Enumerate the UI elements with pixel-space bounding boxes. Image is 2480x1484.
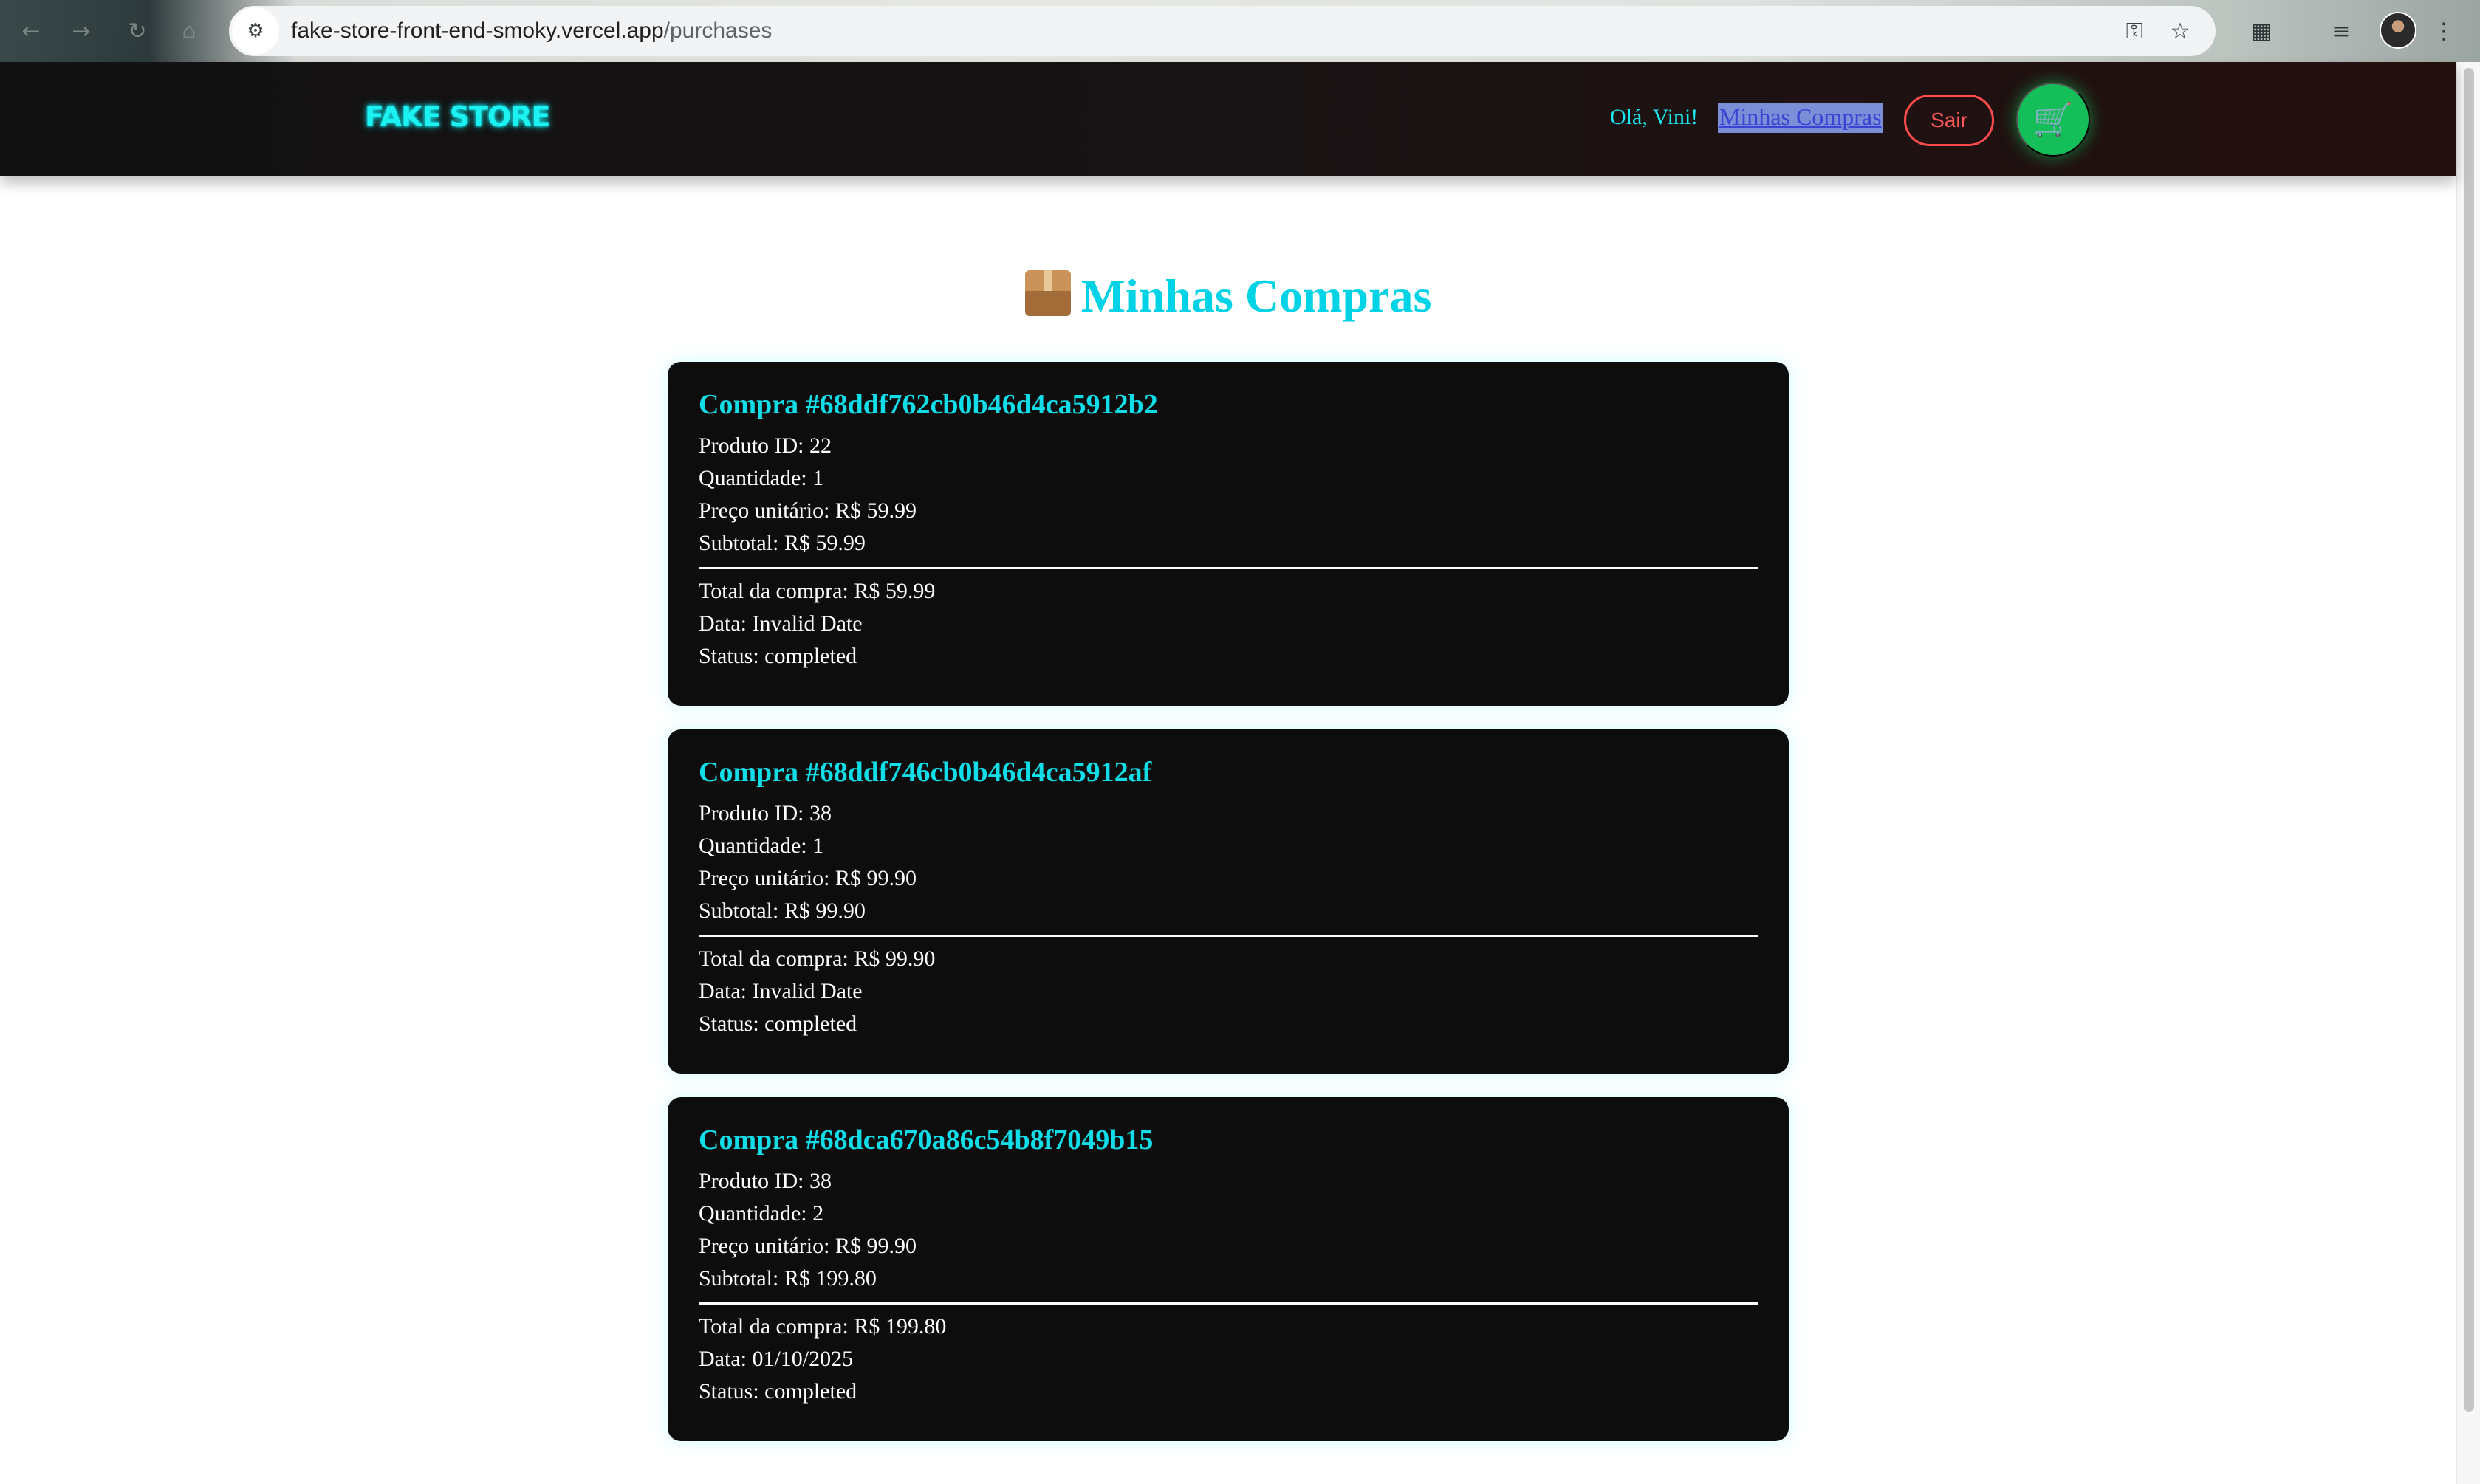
purchase-card: Compra #68dca670a86c54b8f7049b15 Produto… (668, 1097, 1789, 1441)
url-text[interactable]: fake-store-front-end-smoky.vercel.app/pu… (291, 18, 772, 44)
url-path: /purchases (663, 18, 773, 43)
address-bar[interactable]: ⚙ fake-store-front-end-smoky.vercel.app/… (229, 6, 2216, 56)
quantity: Quantidade: 1 (699, 466, 824, 490)
purchase-total: Total da compra: R$ 199.80 (699, 1314, 947, 1339)
my-purchases-link[interactable]: Minhas Compras (1718, 103, 1883, 133)
purchase-total: Total da compra: R$ 59.99 (699, 579, 936, 603)
cart-button[interactable]: 🛒 (2016, 83, 2090, 157)
package-icon (1024, 270, 1071, 316)
subtotal: Subtotal: R$ 199.80 (699, 1266, 877, 1291)
divider (699, 567, 1758, 569)
site-info-icon[interactable]: ⚙ (232, 7, 279, 55)
purchase-title: Compra #68dca670a86c54b8f7049b15 (699, 1124, 1154, 1155)
product-id: Produto ID: 22 (699, 433, 832, 458)
back-icon[interactable]: ← (12, 12, 50, 50)
product-id: Produto ID: 38 (699, 1169, 832, 1193)
extensions-icon[interactable]: ▦ (2244, 13, 2279, 49)
purchase-title: Compra #68ddf762cb0b46d4ca5912b2 (699, 389, 1158, 420)
scrollbar-thumb[interactable] (2464, 68, 2474, 1412)
purchase-title: Compra #68ddf746cb0b46d4ca5912af (699, 757, 1152, 788)
purchase-status: Status: completed (699, 644, 857, 668)
reload-icon[interactable]: ↻ (118, 12, 157, 50)
subtotal: Subtotal: R$ 99.90 (699, 899, 866, 923)
bookmark-star-icon[interactable]: ☆ (2165, 16, 2195, 46)
site-header: FAKE STORE Olá, Vini! Minhas Compras Sai… (0, 62, 2456, 176)
purchase-total: Total da compra: R$ 99.90 (699, 947, 936, 971)
profile-avatar[interactable] (2380, 12, 2416, 49)
purchase-status: Status: completed (699, 1011, 857, 1036)
purchase-status: Status: completed (699, 1379, 857, 1404)
site-logo[interactable]: FAKE STORE (365, 100, 550, 133)
unit-price: Preço unitário: R$ 99.90 (699, 866, 917, 890)
unit-price: Preço unitário: R$ 99.90 (699, 1234, 917, 1258)
unit-price: Preço unitário: R$ 59.99 (699, 498, 917, 523)
product-id: Produto ID: 38 (699, 801, 832, 825)
page-title: Minhas Compras (0, 269, 2456, 323)
forward-icon[interactable]: → (62, 12, 100, 50)
quantity: Quantidade: 1 (699, 834, 824, 858)
browser-toolbar: ← → ↻ ⌂ ⚙ fake-store-front-end-smoky.ver… (0, 0, 2480, 62)
quantity: Quantidade: 2 (699, 1201, 824, 1226)
purchase-card: Compra #68ddf762cb0b46d4ca5912b2 Produto… (668, 362, 1789, 706)
media-queue-icon[interactable]: ≡ (2323, 13, 2359, 49)
subtotal: Subtotal: R$ 59.99 (699, 531, 866, 555)
purchase-date: Data: Invalid Date (699, 611, 863, 636)
divider (699, 1302, 1758, 1305)
cart-icon: 🛒 (2032, 101, 2074, 139)
menu-icon[interactable]: ⋮ (2433, 13, 2455, 49)
url-host: fake-store-front-end-smoky.vercel.app (291, 18, 664, 43)
page-title-text: Minhas Compras (1080, 269, 1432, 322)
purchase-date: Data: 01/10/2025 (699, 1347, 854, 1371)
logout-button[interactable]: Sair (1904, 95, 1994, 146)
home-icon[interactable]: ⌂ (170, 12, 208, 50)
purchase-date: Data: Invalid Date (699, 979, 863, 1003)
user-greeting: Olá, Vini! (1610, 105, 1699, 129)
password-key-icon[interactable]: ⚿ (2120, 16, 2149, 46)
divider (699, 935, 1758, 937)
purchase-card: Compra #68ddf746cb0b46d4ca5912af Produto… (668, 729, 1789, 1074)
